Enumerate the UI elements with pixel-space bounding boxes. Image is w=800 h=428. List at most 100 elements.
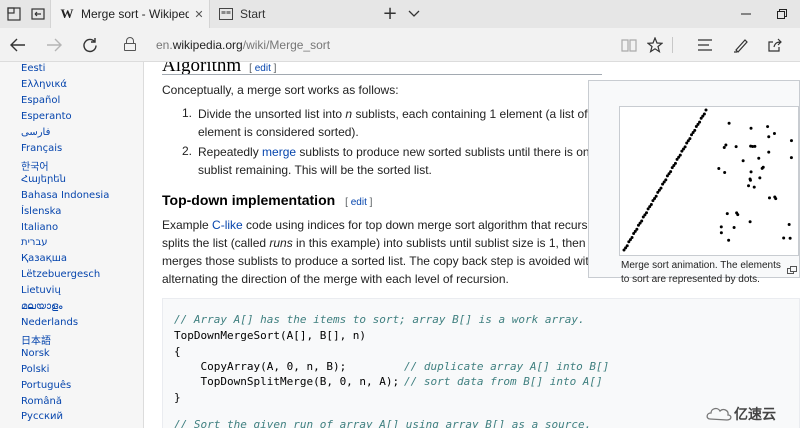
code-line: { [174, 345, 181, 358]
toolbar-separator [672, 37, 673, 53]
language-sidebar: Eesti Ελληνικά Español Esperanto فارسی F… [0, 62, 144, 428]
sort-dot [787, 223, 791, 227]
edit-link[interactable]: edit [255, 63, 271, 74]
list-number: 1. [182, 106, 193, 120]
caption-line: to sort are represented by dots. [621, 274, 760, 285]
language-link[interactable]: Русский [21, 411, 63, 422]
language-link[interactable]: Lëtzebuergesch [21, 269, 100, 280]
paragraph-line: alternating the direction of the merge w… [162, 272, 509, 286]
sort-dot [640, 219, 644, 223]
language-link[interactable]: 日本語 [21, 332, 51, 347]
sort-dot [727, 238, 731, 242]
edit-link[interactable]: edit [351, 197, 367, 208]
sort-dot [773, 195, 777, 199]
code-comment: // sort data from B[] into A[] [404, 375, 603, 388]
sort-dot [747, 184, 751, 188]
sort-dot [673, 161, 677, 165]
web-note-icon[interactable] [730, 34, 752, 56]
language-link[interactable]: Bahasa Indonesia [21, 190, 109, 201]
sort-dot [788, 236, 792, 240]
address-bar-url[interactable]: en.wikipedia.org/wiki/Merge_sort [156, 38, 330, 52]
language-link[interactable]: עברית [21, 237, 48, 248]
sort-dot [758, 176, 762, 180]
language-link[interactable]: Nederlands [21, 317, 78, 328]
tab-preview-icon[interactable] [4, 4, 24, 24]
language-link[interactable]: Esperanto [21, 111, 72, 122]
language-link[interactable]: Íslenska [21, 206, 61, 217]
sort-dot [724, 143, 728, 147]
tab-start[interactable]: Start [210, 0, 370, 28]
forward-icon[interactable] [42, 34, 66, 56]
language-link[interactable]: Português [21, 380, 71, 391]
merge-sort-animation-thumb: Merge sort animation. The elements to so… [588, 80, 800, 285]
language-link[interactable]: Ελληνικά [21, 79, 67, 90]
enlarge-icon[interactable] [787, 261, 797, 274]
language-link[interactable]: മലയാളം [21, 301, 62, 312]
sort-dots-plot [622, 108, 793, 252]
sort-dot [693, 128, 697, 132]
merge-sort-animation-image[interactable] [619, 106, 799, 256]
language-link[interactable]: 한국어 [21, 158, 49, 173]
code-comment: // duplicate array A[] into B[] [404, 360, 610, 373]
watermark-text: 亿速云 [734, 406, 776, 422]
language-link[interactable]: فارسی [21, 127, 50, 138]
set-tabs-aside-icon[interactable] [28, 4, 48, 24]
language-link[interactable]: Français [21, 143, 62, 154]
sort-dot [761, 165, 765, 169]
sort-dot [698, 120, 702, 124]
sort-dot [722, 145, 726, 149]
tab-title: Merge sort - Wikipedia [81, 7, 189, 21]
sort-dot [735, 211, 739, 215]
c-like-link[interactable]: C-like [212, 218, 243, 232]
sort-dot [723, 171, 727, 175]
code-line: TopDownSplitMerge(B, 0, n, A); [174, 375, 400, 388]
language-link[interactable]: Română [21, 396, 62, 407]
new-tab-icon[interactable]: + [380, 4, 400, 24]
tab-bar: W Merge sort - Wikipedia ✕ Start + [0, 0, 800, 28]
lock-icon[interactable] [124, 37, 136, 51]
language-link[interactable]: Հայերեն [21, 174, 66, 185]
sort-dot [654, 194, 658, 198]
language-link[interactable]: Norsk [21, 348, 50, 359]
sort-dot [625, 244, 629, 248]
reading-view-icon[interactable] [618, 34, 640, 56]
language-link[interactable]: Español [21, 95, 60, 106]
favorite-star-icon[interactable] [644, 34, 666, 56]
sort-dot [757, 156, 761, 160]
url-domain: wikipedia.org [172, 38, 243, 52]
minimize-icon[interactable] [728, 0, 764, 28]
tab-list-chevron-icon[interactable] [404, 4, 424, 24]
close-icon[interactable]: ✕ [189, 8, 209, 21]
code-line: // Sort the given run of array A[] using… [174, 418, 592, 428]
thumb-caption: Merge sort animation. The elements to so… [621, 259, 781, 287]
list-number: 2. [182, 144, 193, 158]
sort-dot [748, 220, 752, 224]
edit-section: [ edit ] [249, 63, 276, 74]
sort-dot [767, 135, 771, 139]
sort-dot [752, 185, 756, 189]
refresh-icon[interactable] [78, 34, 102, 56]
sort-dot [678, 153, 682, 157]
language-link[interactable]: Polski [21, 364, 49, 375]
language-link[interactable]: Eesti [21, 63, 45, 74]
language-link[interactable]: Қазақша [21, 253, 67, 264]
back-icon[interactable] [6, 34, 30, 56]
sort-dot [719, 225, 723, 229]
tab-merge-sort[interactable]: W Merge sort - Wikipedia ✕ [50, 0, 210, 28]
code-line: // Array A[] has the items to sort; arra… [174, 313, 585, 326]
sort-dot [683, 145, 687, 149]
sort-dot [732, 226, 736, 230]
language-link[interactable]: Lietuvių [21, 285, 61, 296]
text: Example [162, 218, 213, 232]
sort-dot [766, 125, 770, 129]
share-icon[interactable] [764, 34, 786, 56]
heading-divider [162, 74, 602, 75]
sort-dot [635, 227, 639, 231]
sort-dot [645, 211, 649, 215]
language-link[interactable]: Italiano [21, 222, 58, 233]
merge-link[interactable]: merge [262, 145, 296, 159]
section-heading-top-down: Top-down implementation [ edit ] [162, 192, 372, 208]
restore-icon[interactable] [764, 0, 800, 28]
bracket: [ [249, 63, 252, 74]
hub-icon[interactable] [694, 34, 716, 56]
